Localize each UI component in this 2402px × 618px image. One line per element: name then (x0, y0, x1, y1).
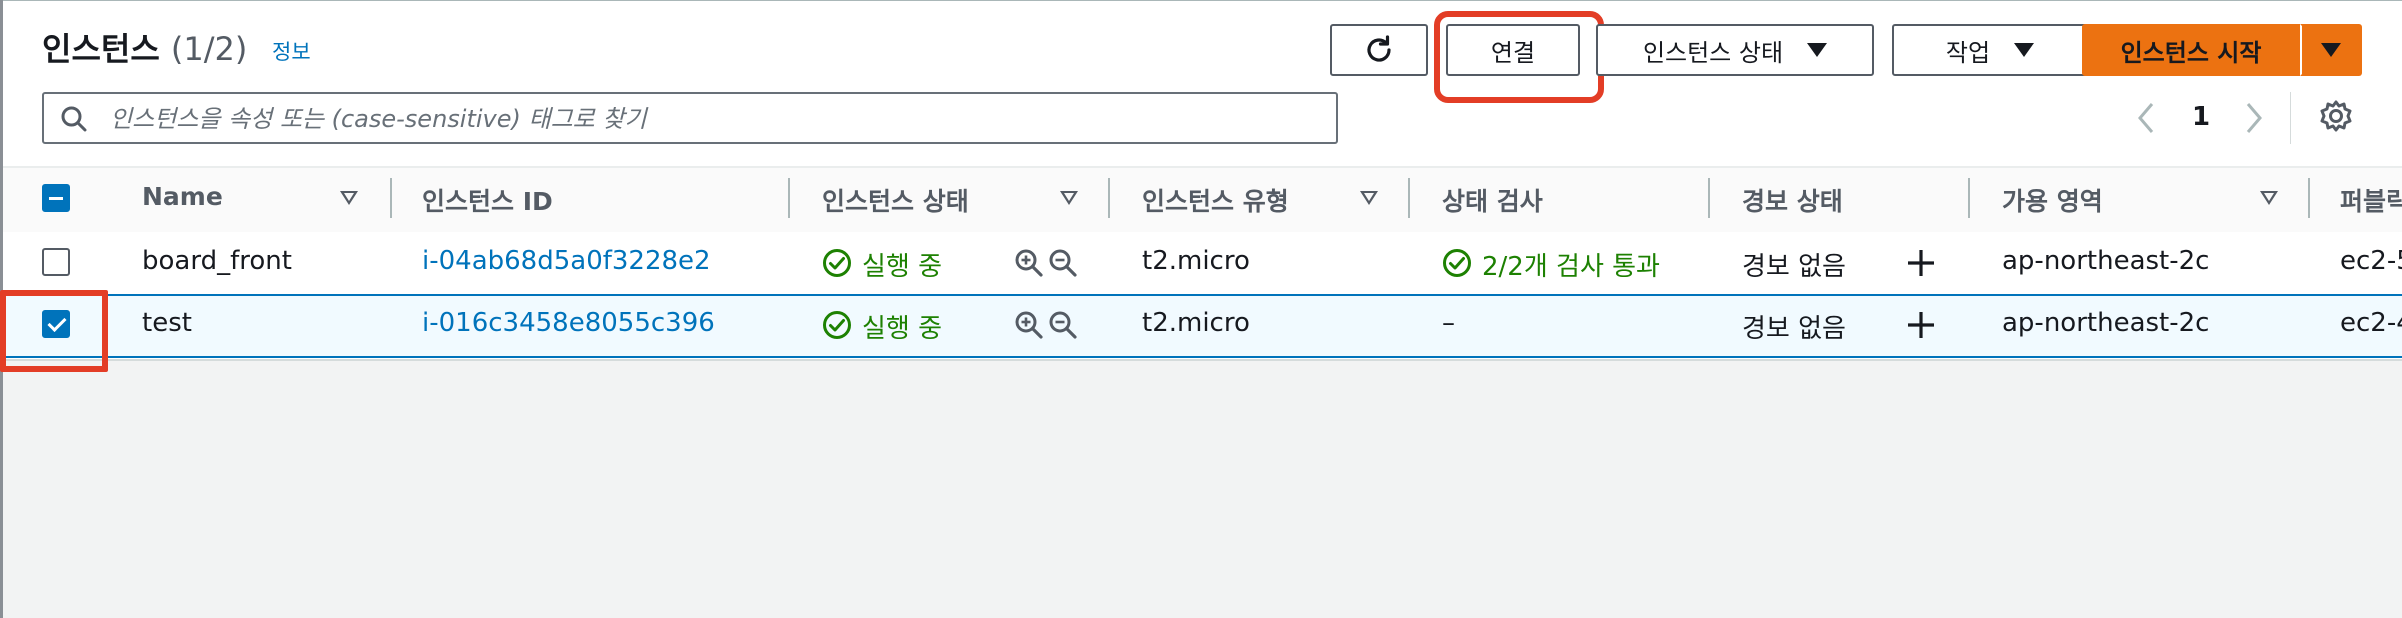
column-resizer[interactable] (1708, 178, 1710, 218)
zoom-out-icon[interactable] (1048, 248, 1078, 278)
next-page-icon[interactable] (2242, 100, 2266, 136)
instance-state-text: 실행 중 (862, 252, 943, 282)
ec2-instances-page: 인스턴스 (1/2) 정보 연결 인스턴스 상태 작업 인스턴스 시작 인스턴스… (0, 0, 2402, 618)
column-resizer[interactable] (2308, 178, 2310, 218)
zoom-out-icon[interactable] (1048, 310, 1078, 340)
gear-icon[interactable] (2318, 98, 2354, 134)
column-resizer[interactable] (1968, 178, 1970, 218)
availability-zone: ap-northeast-2c (2002, 246, 2210, 276)
column-resizer[interactable] (1108, 178, 1110, 218)
launch-instance-button[interactable]: 인스턴스 시작 (2082, 24, 2300, 76)
zoom-in-icon[interactable] (1014, 310, 1044, 340)
alarm-status: 경보 없음 (1742, 314, 1846, 344)
availability-zone: ap-northeast-2c (2002, 308, 2210, 338)
actions-dropdown[interactable]: 작업 (1892, 24, 2088, 76)
column-resizer[interactable] (390, 178, 392, 218)
search-box[interactable] (42, 92, 1338, 144)
instance-type: t2.micro (1142, 308, 1250, 338)
sort-icon[interactable] (1060, 191, 1078, 205)
instance-state-label: 인스턴스 상태 (1642, 38, 1784, 67)
search-input[interactable] (108, 100, 1312, 138)
zoom-in-icon[interactable] (1014, 248, 1044, 278)
column-header-status-check[interactable]: 상태 검사 (1442, 182, 1543, 218)
page-title-text: 인스턴스 (42, 30, 160, 68)
instance-id-link[interactable]: i-04ab68d5a0f3228e2 (422, 246, 711, 276)
caret-down-icon (1807, 43, 1828, 57)
search-icon (61, 106, 87, 132)
add-alarm-icon[interactable] (1906, 248, 1936, 278)
page-title: 인스턴스 (1/2) (42, 24, 247, 70)
add-alarm-icon[interactable] (1906, 310, 1936, 340)
check-circle-icon (1443, 249, 1471, 277)
column-header-name[interactable]: Name (142, 182, 223, 211)
current-page-number[interactable]: 1 (2192, 102, 2210, 132)
instance-id-link[interactable]: i-016c3458e8055c396 (422, 308, 715, 338)
instance-type: t2.micro (1142, 246, 1250, 276)
sort-icon[interactable] (2260, 191, 2278, 205)
instance-name: board_front (142, 246, 292, 276)
column-resizer[interactable] (1408, 178, 1410, 218)
instance-state-text: 실행 중 (862, 314, 943, 344)
instance-state-dropdown[interactable]: 인스턴스 상태 (1596, 24, 1874, 76)
sort-icon[interactable] (1360, 191, 1378, 205)
caret-down-icon (2321, 43, 2341, 57)
refresh-button[interactable] (1330, 24, 1428, 76)
instance-name: test (142, 308, 192, 338)
pager-divider (2290, 92, 2291, 144)
column-header-public[interactable]: 퍼블릭 (2340, 182, 2402, 218)
column-header-instance-id[interactable]: 인스턴스 ID (422, 182, 553, 218)
launch-options-dropdown[interactable] (2300, 24, 2362, 76)
alarm-status: 경보 없음 (1742, 252, 1846, 282)
select-all-checkbox[interactable] (42, 184, 70, 212)
refresh-icon (1367, 35, 1391, 62)
instance-count: (1/2) (170, 30, 248, 68)
previous-page-icon[interactable] (2134, 100, 2158, 136)
column-header-instance-state[interactable]: 인스턴스 상태 (822, 182, 969, 218)
column-header-alarm-status[interactable]: 경보 상태 (1742, 182, 1843, 218)
connect-button-label: 연결 (1490, 38, 1536, 67)
column-header-instance-type[interactable]: 인스턴스 유형 (1142, 182, 1289, 218)
column-header-availability-zone[interactable]: 가용 영역 (2002, 182, 2103, 218)
row-checkbox[interactable] (42, 248, 70, 276)
actions-label: 작업 (1945, 38, 1991, 67)
check-circle-icon (823, 249, 851, 277)
info-link[interactable]: 정보 (272, 36, 311, 66)
column-resizer[interactable] (788, 178, 790, 218)
sort-icon[interactable] (340, 191, 358, 205)
connect-button[interactable]: 연결 (1446, 24, 1580, 76)
public-dns: ec2-5 (2340, 246, 2402, 276)
row-checkbox[interactable] (42, 310, 70, 338)
public-dns: ec2-4 (2340, 308, 2402, 338)
status-check-text[interactable]: 2/2개 검사 통과 (1482, 246, 1660, 283)
check-circle-icon (823, 311, 851, 339)
status-check-text: – (1442, 308, 1455, 338)
launch-instance-label: 인스턴스 시작 (2120, 38, 2262, 67)
caret-down-icon (2014, 43, 2035, 57)
